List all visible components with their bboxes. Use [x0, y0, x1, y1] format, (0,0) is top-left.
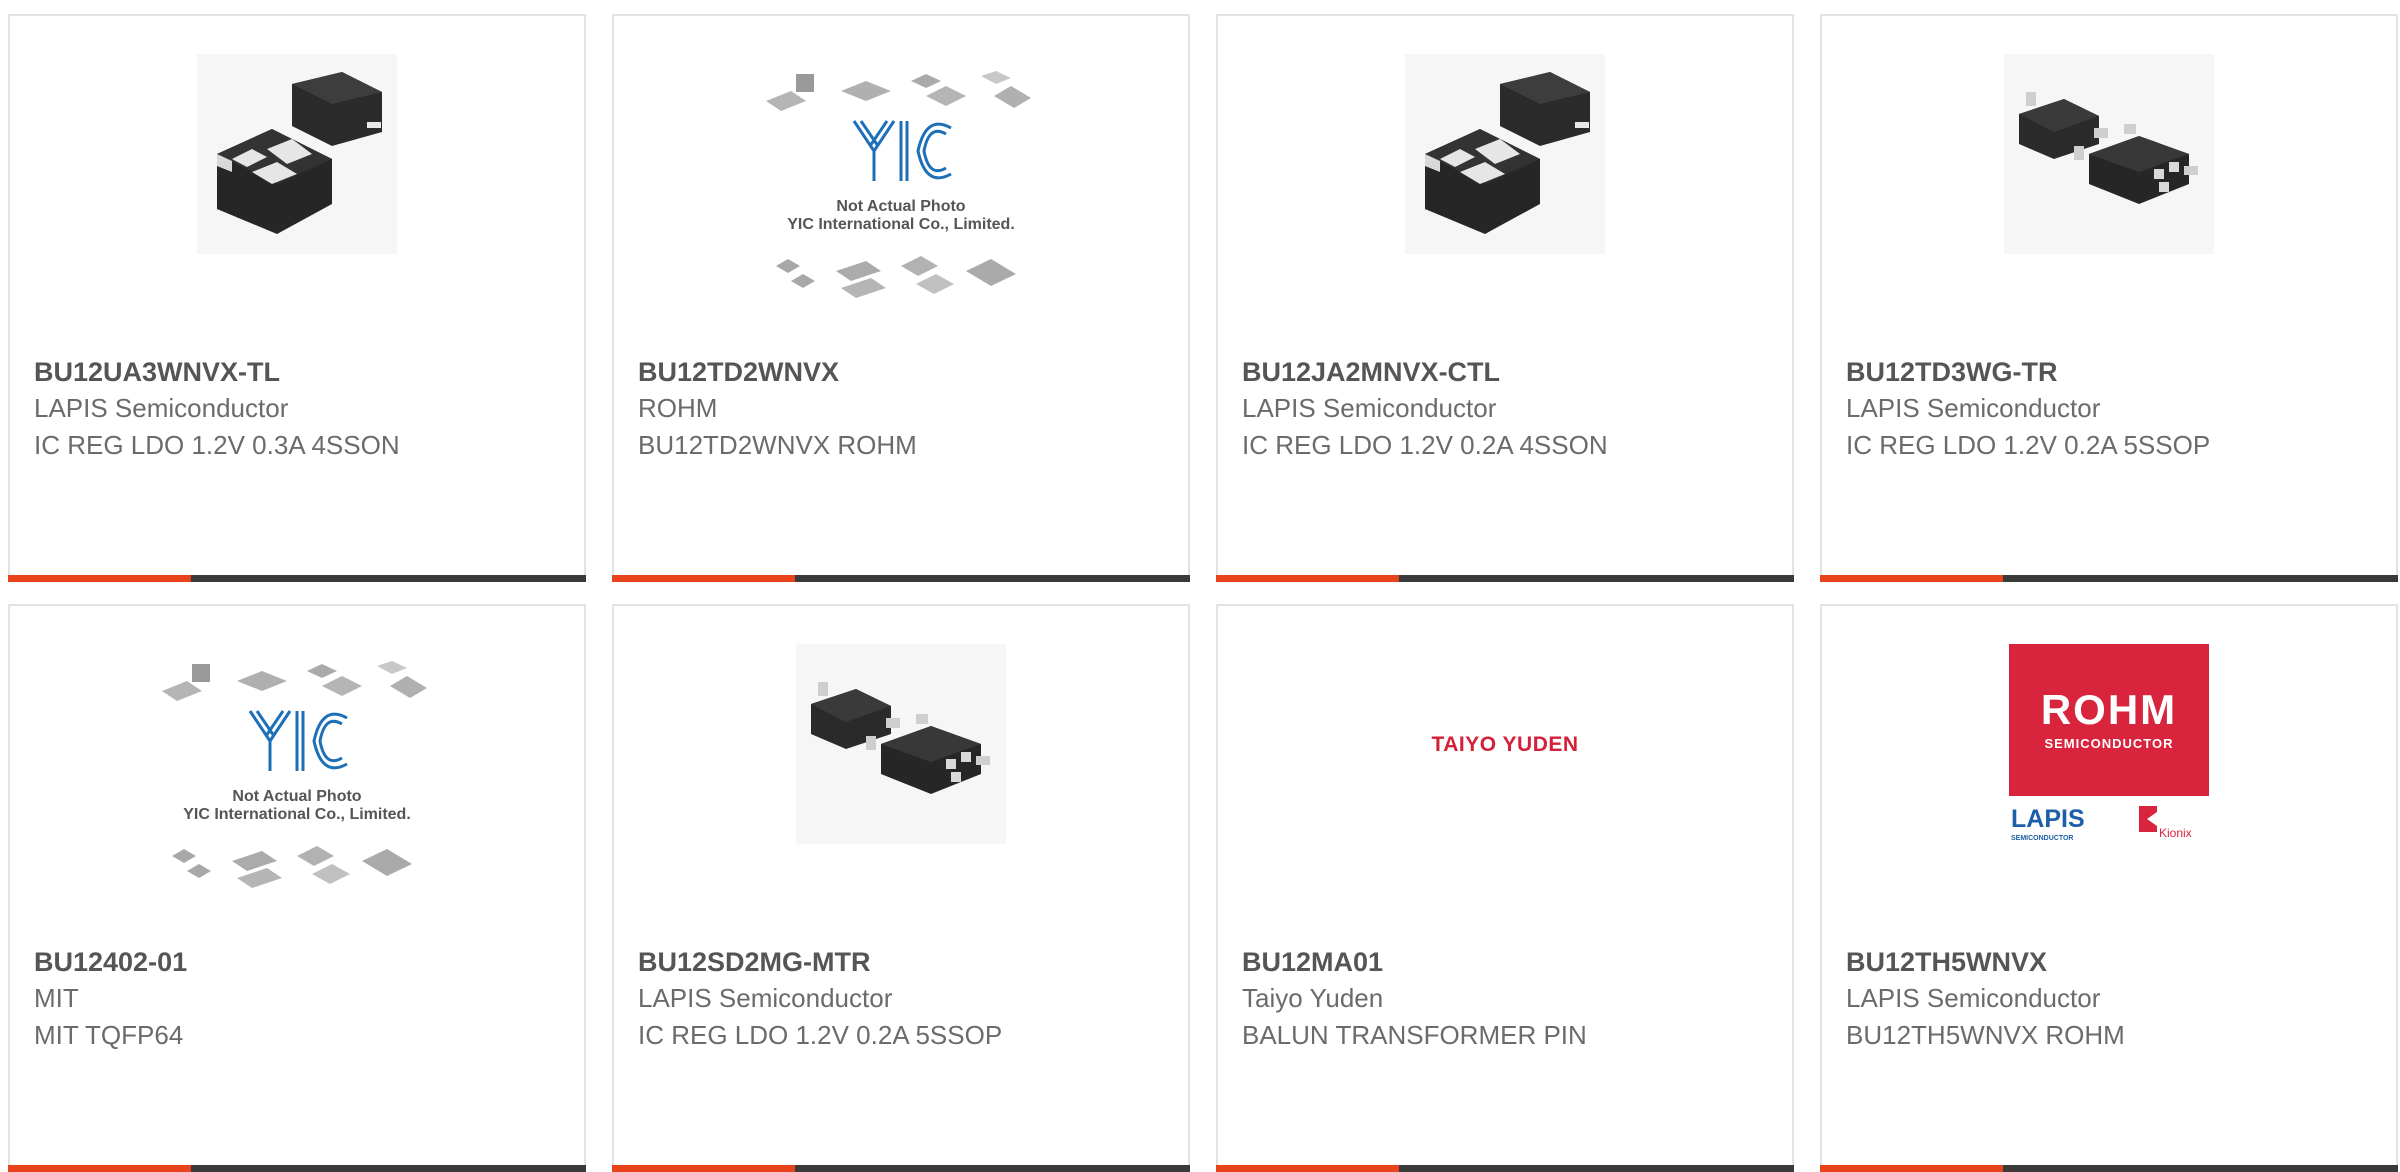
product-description: IC REG LDO 1.2V 0.3A 4SSON: [34, 430, 400, 460]
card-accent-bar: [1820, 1165, 2003, 1172]
part-number[interactable]: BU12JA2MNVX-CTL: [1242, 354, 1776, 390]
product-card[interactable]: BU12TD3WG-TR LAPIS Semiconductor IC REG LD…: [1820, 14, 2398, 582]
manufacturer-name: LAPIS Semiconductor: [1846, 393, 2101, 423]
son-package-image[interactable]: [10, 54, 584, 354]
product-card[interactable]: TAIYO YUDEN BU12MA01 Taiyo Yuden BALUN TRA…: [1216, 604, 1794, 1172]
svg-text:LAPIS: LAPIS: [2011, 805, 2085, 833]
card-accent-bar: [612, 575, 795, 582]
card-bottom-bar: [8, 575, 586, 582]
card-bottom-bar: [1820, 1165, 2398, 1172]
product-info: BU12MA01 Taiyo Yuden BALUN TRANSFORMER PIN: [1242, 944, 1776, 1054]
card-accent-bar: [1216, 575, 1399, 582]
rohm-lapis-logo[interactable]: ROHM SEMICONDUCTOR LAPIS SEMICONDUCTOR K…: [1822, 644, 2396, 944]
product-card[interactable]: Not Actual Photo YIC International Co., …: [8, 604, 586, 1172]
product-info: BU12TH5WNVX LAPIS Semiconductor BU12TH5WNV…: [1846, 944, 2380, 1054]
card-bottom-bar: [1820, 575, 2398, 582]
manufacturer-name: MIT: [34, 983, 79, 1013]
placeholder-line2: YIC International Co., Limited.: [183, 806, 411, 823]
manufacturer-name: LAPIS Semiconductor: [638, 983, 893, 1013]
product-card[interactable]: BU12JA2MNVX-CTL LAPIS Semiconductor IC REG…: [1216, 14, 1794, 582]
placeholder-image[interactable]: Not Actual Photo YIC International Co., …: [10, 656, 584, 956]
card-accent-bar: [8, 1165, 191, 1172]
card-bottom-bar: [1216, 575, 1794, 582]
manufacturer-name: Taiyo Yuden: [1242, 983, 1384, 1013]
placeholder-line1: Not Actual Photo: [836, 198, 965, 215]
manufacturer-name: ROHM: [638, 393, 718, 423]
part-number[interactable]: BU12UA3WNVX-TL: [34, 354, 568, 390]
card-accent-bar: [1216, 1165, 1399, 1172]
product-description: MIT TQFP64: [34, 1020, 184, 1050]
card-accent-bar: [612, 1165, 795, 1172]
card-bottom-bar: [8, 1165, 586, 1172]
product-description: IC REG LDO 1.2V 0.2A 5SSOP: [1846, 430, 2211, 460]
svg-text:Kionix: Kionix: [2159, 826, 2192, 840]
placeholder-line1: Not Actual Photo: [232, 788, 361, 805]
product-description: IC REG LDO 1.2V 0.2A 5SSOP: [638, 1020, 1003, 1050]
ssop-package-image[interactable]: [614, 644, 1188, 944]
taiyo-yuden-logo[interactable]: TAIYO YUDEN: [1218, 644, 1792, 944]
part-number[interactable]: BU12TH5WNVX: [1846, 944, 2380, 980]
card-bottom-bar: [612, 1165, 1190, 1172]
part-number[interactable]: BU12SD2MG-MTR: [638, 944, 1172, 980]
product-card[interactable]: ROHM SEMICONDUCTOR LAPIS SEMICONDUCTOR K…: [1820, 604, 2398, 1172]
svg-text:SEMICONDUCTOR: SEMICONDUCTOR: [2011, 835, 2073, 842]
svg-text:TAIYO YUDEN: TAIYO YUDEN: [1431, 733, 1578, 756]
product-info: BU12UA3WNVX-TL LAPIS Semiconductor IC REG …: [34, 354, 568, 464]
part-number[interactable]: BU12402-01: [34, 944, 568, 980]
card-accent-bar: [1820, 575, 2003, 582]
part-number[interactable]: BU12TD3WG-TR: [1846, 354, 2380, 390]
card-bottom-bar: [1216, 1165, 1794, 1172]
part-number[interactable]: BU12MA01: [1242, 944, 1776, 980]
svg-text:SEMICONDUCTOR: SEMICONDUCTOR: [2044, 736, 2173, 751]
product-info: BU12TD2WNVX ROHM BU12TD2WNVX ROHM: [638, 354, 1172, 464]
product-card[interactable]: Not Actual Photo YIC International Co., …: [612, 14, 1190, 582]
manufacturer-name: LAPIS Semiconductor: [34, 393, 289, 423]
product-card[interactable]: BU12UA3WNVX-TL LAPIS Semiconductor IC REG …: [8, 14, 586, 582]
product-description: BU12TH5WNVX ROHM: [1846, 1020, 2125, 1050]
placeholder-image[interactable]: Not Actual Photo YIC International Co., …: [614, 66, 1188, 366]
product-info: BU12SD2MG-MTR LAPIS Semiconductor IC REG L…: [638, 944, 1172, 1054]
ssop-package-image[interactable]: [1822, 54, 2396, 354]
product-description: IC REG LDO 1.2V 0.2A 4SSON: [1242, 430, 1608, 460]
son-package-image[interactable]: [1218, 54, 1792, 354]
product-card[interactable]: BU12SD2MG-MTR LAPIS Semiconductor IC REG L…: [612, 604, 1190, 1172]
product-description: BU12TD2WNVX ROHM: [638, 430, 917, 460]
manufacturer-name: LAPIS Semiconductor: [1242, 393, 1497, 423]
product-info: BU12402-01 MIT MIT TQFP64: [34, 944, 568, 1054]
product-info: BU12TD3WG-TR LAPIS Semiconductor IC REG LD…: [1846, 354, 2380, 464]
placeholder-line2: YIC International Co., Limited.: [787, 216, 1015, 233]
card-bottom-bar: [612, 575, 1190, 582]
svg-text:ROHM: ROHM: [2041, 686, 2177, 733]
product-description: BALUN TRANSFORMER PIN: [1242, 1020, 1587, 1050]
product-info: BU12JA2MNVX-CTL LAPIS Semiconductor IC REG…: [1242, 354, 1776, 464]
part-number[interactable]: BU12TD2WNVX: [638, 354, 1172, 390]
card-accent-bar: [8, 575, 191, 582]
manufacturer-name: LAPIS Semiconductor: [1846, 983, 2101, 1013]
